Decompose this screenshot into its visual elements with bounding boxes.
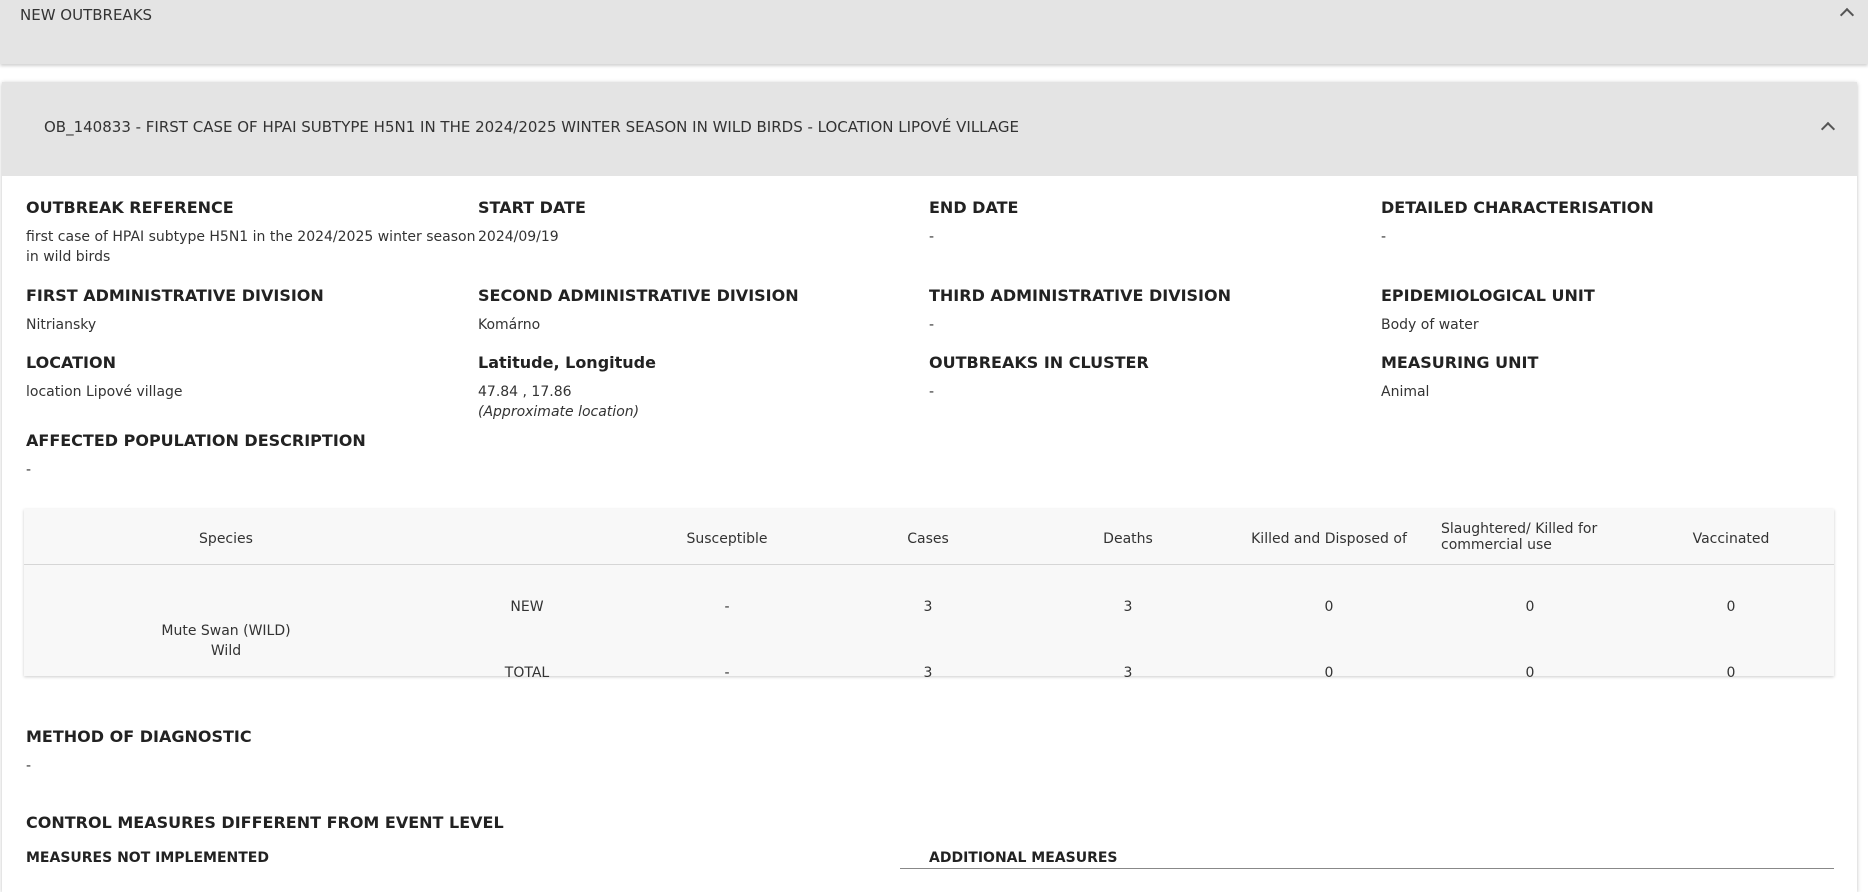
cell-slaughtered: 0 bbox=[1525, 665, 1535, 681]
field-detailed-characterisation: DETAILED CHARACTERISATION - bbox=[1381, 198, 1831, 247]
field-outbreak-reference: OUTBREAK REFERENCE first case of HPAI su… bbox=[26, 198, 476, 267]
field-label: MEASURING UNIT bbox=[1381, 353, 1539, 372]
divider bbox=[900, 868, 1834, 869]
cell-killed-disposed: 0 bbox=[1324, 599, 1334, 615]
field-label: FIRST ADMINISTRATIVE DIVISION bbox=[26, 286, 324, 305]
chevron-up-icon[interactable] bbox=[1820, 121, 1836, 137]
field-value: 2024/09/19 bbox=[478, 229, 559, 245]
field-value: first case of HPAI subtype H5N1 in the 2… bbox=[26, 229, 476, 265]
field-label: SECOND ADMINISTRATIVE DIVISION bbox=[478, 286, 799, 305]
field-label: OUTBREAK REFERENCE bbox=[26, 198, 234, 217]
new-outbreaks-panel-header[interactable]: NEW OUTBREAKS bbox=[0, 0, 1868, 64]
field-label: THIRD ADMINISTRATIVE DIVISION bbox=[929, 286, 1231, 305]
control-measures-section: CONTROL MEASURES DIFFERENT FROM EVENT LE… bbox=[26, 813, 926, 833]
field-label: Latitude, Longitude bbox=[478, 353, 656, 372]
cell-deaths: 3 bbox=[1123, 599, 1133, 615]
cell-slaughtered: 0 bbox=[1525, 599, 1535, 615]
measures-not-implemented-label: MEASURES NOT IMPLEMENTED bbox=[26, 850, 269, 866]
field-value: 47.84 , 17.86 bbox=[478, 384, 572, 400]
header-vaccinated: Vaccinated bbox=[1692, 531, 1770, 547]
field-label: AFFECTED POPULATION DESCRIPTION bbox=[26, 431, 366, 450]
field-value: Komárno bbox=[478, 317, 541, 333]
outbreak-card-header[interactable]: OB_140833 - FIRST CASE OF HPAI SUBTYPE H… bbox=[2, 82, 1857, 176]
field-value: - bbox=[1381, 229, 1387, 245]
additional-measures-label: ADDITIONAL MEASURES bbox=[929, 850, 1118, 866]
field-method-of-diagnostic: METHOD OF DIAGNOSTIC - bbox=[26, 727, 726, 776]
field-value: location Lipové village bbox=[26, 384, 183, 400]
field-label: EPIDEMIOLOGICAL UNIT bbox=[1381, 286, 1595, 305]
field-value: Animal bbox=[1381, 384, 1430, 400]
field-start-date: START DATE 2024/09/19 bbox=[478, 198, 928, 247]
field-value: - bbox=[929, 384, 935, 400]
field-measuring-unit: MEASURING UNIT Animal bbox=[1381, 353, 1831, 402]
field-label: START DATE bbox=[478, 198, 586, 217]
table-header-row: Species Susceptible Cases Deaths Killed … bbox=[24, 509, 1834, 565]
field-value: Nitriansky bbox=[26, 317, 97, 333]
field-value: - bbox=[26, 462, 32, 478]
species-table: Species Susceptible Cases Deaths Killed … bbox=[24, 509, 1834, 681]
row-label-new: NEW bbox=[510, 599, 544, 615]
field-first-admin-division: FIRST ADMINISTRATIVE DIVISION Nitriansky bbox=[26, 286, 476, 335]
field-label: END DATE bbox=[929, 198, 1019, 217]
cell-susceptible: - bbox=[724, 599, 730, 615]
cell-vaccinated: 0 bbox=[1726, 599, 1736, 615]
field-label: DETAILED CHARACTERISATION bbox=[1381, 198, 1654, 217]
new-outbreaks-title: NEW OUTBREAKS bbox=[20, 6, 153, 24]
field-affected-population: AFFECTED POPULATION DESCRIPTION - bbox=[26, 431, 726, 480]
field-value: Body of water bbox=[1381, 317, 1479, 333]
header-cases: Cases bbox=[907, 531, 949, 547]
species-name: Mute Swan (WILD) bbox=[161, 623, 291, 639]
field-third-admin-division: THIRD ADMINISTRATIVE DIVISION - bbox=[929, 286, 1379, 335]
field-value: - bbox=[929, 317, 935, 333]
chevron-up-icon[interactable] bbox=[1839, 7, 1855, 23]
field-epidemiological-unit: EPIDEMIOLOGICAL UNIT Body of water bbox=[1381, 286, 1831, 335]
cell-deaths: 3 bbox=[1123, 665, 1133, 681]
header-killed-disposed: Killed and Disposed of bbox=[1251, 531, 1407, 547]
field-location: LOCATION location Lipové village bbox=[26, 353, 476, 402]
outbreak-title: OB_140833 - FIRST CASE OF HPAI SUBTYPE H… bbox=[44, 118, 1019, 136]
header-susceptible: Susceptible bbox=[686, 531, 768, 547]
cell-cases: 3 bbox=[923, 665, 933, 681]
cell-susceptible: - bbox=[724, 665, 730, 681]
cell-cases: 3 bbox=[923, 599, 933, 615]
field-label: OUTBREAKS IN CLUSTER bbox=[929, 353, 1149, 372]
field-label: METHOD OF DIAGNOSTIC bbox=[26, 727, 252, 746]
approximate-location-note: (Approximate location) bbox=[478, 404, 640, 420]
control-measures-title: CONTROL MEASURES DIFFERENT FROM EVENT LE… bbox=[26, 813, 504, 832]
field-second-admin-division: SECOND ADMINISTRATIVE DIVISION Komárno bbox=[478, 286, 928, 335]
header-deaths: Deaths bbox=[1103, 531, 1153, 547]
field-value: - bbox=[26, 758, 32, 774]
field-label: LOCATION bbox=[26, 353, 116, 372]
field-value: - bbox=[929, 229, 935, 245]
row-label-total: TOTAL bbox=[504, 665, 550, 681]
field-end-date: END DATE - bbox=[929, 198, 1379, 247]
field-lat-long: Latitude, Longitude 47.84 , 17.86 (Appro… bbox=[478, 353, 928, 422]
species-type: Wild bbox=[210, 643, 242, 659]
field-outbreaks-in-cluster: OUTBREAKS IN CLUSTER - bbox=[929, 353, 1379, 402]
header-species: Species bbox=[199, 531, 253, 547]
cell-killed-disposed: 0 bbox=[1324, 665, 1334, 681]
cell-vaccinated: 0 bbox=[1726, 665, 1736, 681]
header-slaughtered: Slaughtered/ Killed for commercial use bbox=[1441, 521, 1598, 553]
